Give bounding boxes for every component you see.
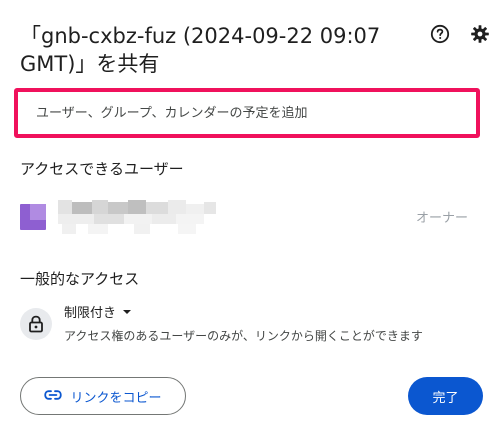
general-access-row: 制限付き アクセス権のあるユーザーのみが、リンクから開くことができます	[20, 302, 490, 348]
add-people-highlight	[14, 88, 486, 138]
add-people-input[interactable]	[26, 100, 486, 126]
gear-icon[interactable]	[468, 22, 492, 46]
copy-link-button[interactable]: リンクをコピー	[20, 377, 186, 415]
dropdown-arrow-icon	[122, 304, 132, 319]
link-icon	[44, 389, 63, 404]
general-access-heading: 一般的なアクセス	[20, 270, 140, 288]
user-identity-redacted	[58, 200, 238, 238]
copy-link-label: リンクをコピー	[70, 390, 162, 406]
lock-icon	[20, 308, 52, 340]
owner-role-label: オーナー	[415, 211, 468, 226]
share-dialog: 「gnb-cxbz-fuz (2024-09-22 09:07 GMT)」を共有	[0, 0, 502, 435]
avatar	[20, 204, 46, 230]
access-level-dropdown[interactable]: 制限付き	[64, 302, 132, 321]
help-icon[interactable]	[428, 22, 452, 46]
dialog-title: 「gnb-cxbz-fuz (2024-09-22 09:07 GMT)」を共有	[20, 24, 381, 76]
user-row: オーナー	[20, 198, 490, 240]
people-with-access-heading: アクセスできるユーザー	[20, 160, 184, 178]
done-button[interactable]: 完了	[408, 377, 483, 415]
access-level-value: 制限付き	[64, 306, 117, 321]
access-description: アクセス権のあるユーザーのみが、リンクから開くことができます	[64, 329, 423, 343]
